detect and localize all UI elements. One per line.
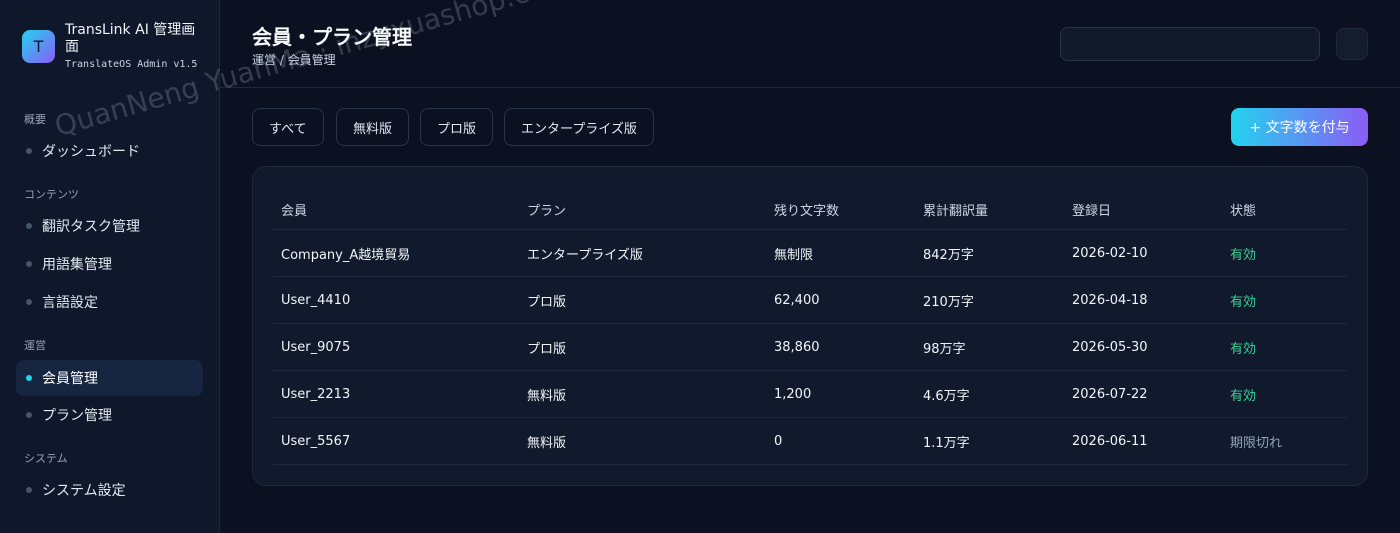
bullet-icon bbox=[26, 148, 32, 154]
cell-remaining: 1,200 bbox=[774, 386, 812, 402]
cell-plan: エンタープライズ版 bbox=[527, 247, 643, 263]
topbar: 会員・プラン管理 運営 / 会員管理 bbox=[220, 0, 1400, 88]
filter-pro-button[interactable]: プロ版 bbox=[420, 108, 494, 146]
sidebar-item-dashboard[interactable]: ダッシュボード bbox=[16, 133, 203, 169]
cell-plan: プロ版 bbox=[527, 294, 567, 310]
filter-all-button[interactable]: すべて bbox=[252, 108, 324, 146]
cell-plan: 無料版 bbox=[527, 435, 567, 451]
cell-member: User_2213 bbox=[281, 386, 351, 402]
cell-remaining: 無制限 bbox=[774, 247, 814, 263]
bullet-icon bbox=[26, 223, 32, 229]
sidebar-item-label: システム設定 bbox=[42, 483, 126, 499]
table-row[interactable]: User_2213 無料版 1,200 4.6万字 2026-07-22 有効 bbox=[273, 371, 1347, 418]
bullet-icon bbox=[26, 375, 32, 381]
sidebar-item-label: 翻訳タスク管理 bbox=[42, 219, 140, 235]
cell-total: 842万字 bbox=[923, 247, 974, 263]
filter-free-button[interactable]: 無料版 bbox=[336, 108, 410, 146]
sidebar-item-label: 言語設定 bbox=[42, 295, 98, 311]
cell-member: User_9075 bbox=[281, 339, 351, 355]
sidebar-item-plans[interactable]: プラン管理 bbox=[16, 397, 203, 433]
cell-registered: 2026-06-11 bbox=[1072, 433, 1148, 449]
section-label-system: システム bbox=[24, 452, 68, 465]
grant-characters-button[interactable]: + 文字数を付与 bbox=[1231, 108, 1368, 146]
cell-remaining: 62,400 bbox=[774, 292, 820, 308]
table-header-row: 会員 プラン 残り文字数 累計翻訳量 登録日 状態 bbox=[273, 189, 1347, 230]
sidebar-item-translation-tasks[interactable]: 翻訳タスク管理 bbox=[16, 208, 203, 244]
table-row[interactable]: Company_A越境貿易 エンタープライズ版 無制限 842万字 2026-0… bbox=[273, 230, 1347, 277]
brand-version: TranslateOS Admin v1.5 bbox=[65, 59, 198, 70]
cell-total: 210万字 bbox=[923, 294, 974, 310]
cell-registered: 2026-07-22 bbox=[1072, 386, 1148, 402]
cell-remaining: 38,860 bbox=[774, 339, 820, 355]
bullet-icon bbox=[26, 412, 32, 418]
cell-member: User_5567 bbox=[281, 433, 351, 449]
status-badge: 有効 bbox=[1230, 294, 1257, 310]
section-label-overview: 概要 bbox=[24, 113, 46, 126]
column-header-registered: 登録日 bbox=[1072, 203, 1112, 219]
cell-remaining: 0 bbox=[774, 433, 783, 449]
sidebar-item-label: 用語集管理 bbox=[42, 257, 112, 273]
cell-plan: プロ版 bbox=[527, 341, 567, 357]
column-header-plan: プラン bbox=[527, 203, 567, 219]
sidebar: T TransLink AI 管理画面 TranslateOS Admin v1… bbox=[0, 0, 220, 533]
status-badge: 期限切れ bbox=[1230, 435, 1283, 451]
user-menu-button[interactable] bbox=[1336, 28, 1368, 60]
members-table-card: 会員 プラン 残り文字数 累計翻訳量 登録日 状態 Company_A越境貿易 … bbox=[252, 166, 1368, 486]
cell-total: 98万字 bbox=[923, 341, 966, 357]
sidebar-item-label: 会員管理 bbox=[42, 371, 98, 387]
sidebar-item-members[interactable]: 会員管理 bbox=[16, 360, 203, 396]
column-header-member: 会員 bbox=[281, 203, 308, 219]
members-table: 会員 プラン 残り文字数 累計翻訳量 登録日 状態 Company_A越境貿易 … bbox=[273, 189, 1347, 465]
sidebar-item-language-settings[interactable]: 言語設定 bbox=[16, 284, 203, 320]
table-row[interactable]: User_5567 無料版 0 1.1万字 2026-06-11 期限切れ bbox=[273, 418, 1347, 465]
cell-registered: 2026-04-18 bbox=[1072, 292, 1148, 308]
column-header-status: 状態 bbox=[1230, 203, 1257, 219]
column-header-total: 累計翻訳量 bbox=[923, 203, 989, 219]
cell-total: 4.6万字 bbox=[923, 388, 970, 404]
table-row[interactable]: User_4410 プロ版 62,400 210万字 2026-04-18 有効 bbox=[273, 277, 1347, 324]
brand-logo: T bbox=[22, 30, 55, 63]
column-header-remaining: 残り文字数 bbox=[774, 203, 840, 219]
status-badge: 有効 bbox=[1230, 341, 1257, 357]
table-row[interactable]: User_9075 プロ版 38,860 98万字 2026-05-30 有効 bbox=[273, 324, 1347, 371]
cell-member: Company_A越境貿易 bbox=[281, 247, 411, 263]
section-label-operations: 運営 bbox=[24, 339, 46, 352]
filter-enterprise-button[interactable]: エンタープライズ版 bbox=[504, 108, 654, 146]
bullet-icon bbox=[26, 487, 32, 493]
sidebar-item-label: プラン管理 bbox=[42, 408, 112, 424]
status-badge: 有効 bbox=[1230, 247, 1257, 263]
sidebar-item-glossary[interactable]: 用語集管理 bbox=[16, 246, 203, 282]
cell-registered: 2026-05-30 bbox=[1072, 339, 1148, 355]
bullet-icon bbox=[26, 261, 32, 267]
page-title: 会員・プラン管理 bbox=[252, 25, 412, 49]
sidebar-item-label: ダッシュボード bbox=[42, 144, 140, 160]
brand-title: TransLink AI 管理画面 bbox=[65, 22, 196, 55]
bullet-icon bbox=[26, 299, 32, 305]
section-label-content: コンテンツ bbox=[24, 188, 79, 201]
cell-member: User_4410 bbox=[281, 292, 351, 308]
cell-plan: 無料版 bbox=[527, 388, 567, 404]
breadcrumb: 運営 / 会員管理 bbox=[252, 53, 336, 67]
cell-registered: 2026-02-10 bbox=[1072, 245, 1148, 261]
sidebar-item-system-settings[interactable]: システム設定 bbox=[16, 472, 203, 508]
search-input[interactable] bbox=[1060, 27, 1320, 61]
cell-total: 1.1万字 bbox=[923, 435, 970, 451]
status-badge: 有効 bbox=[1230, 388, 1257, 404]
